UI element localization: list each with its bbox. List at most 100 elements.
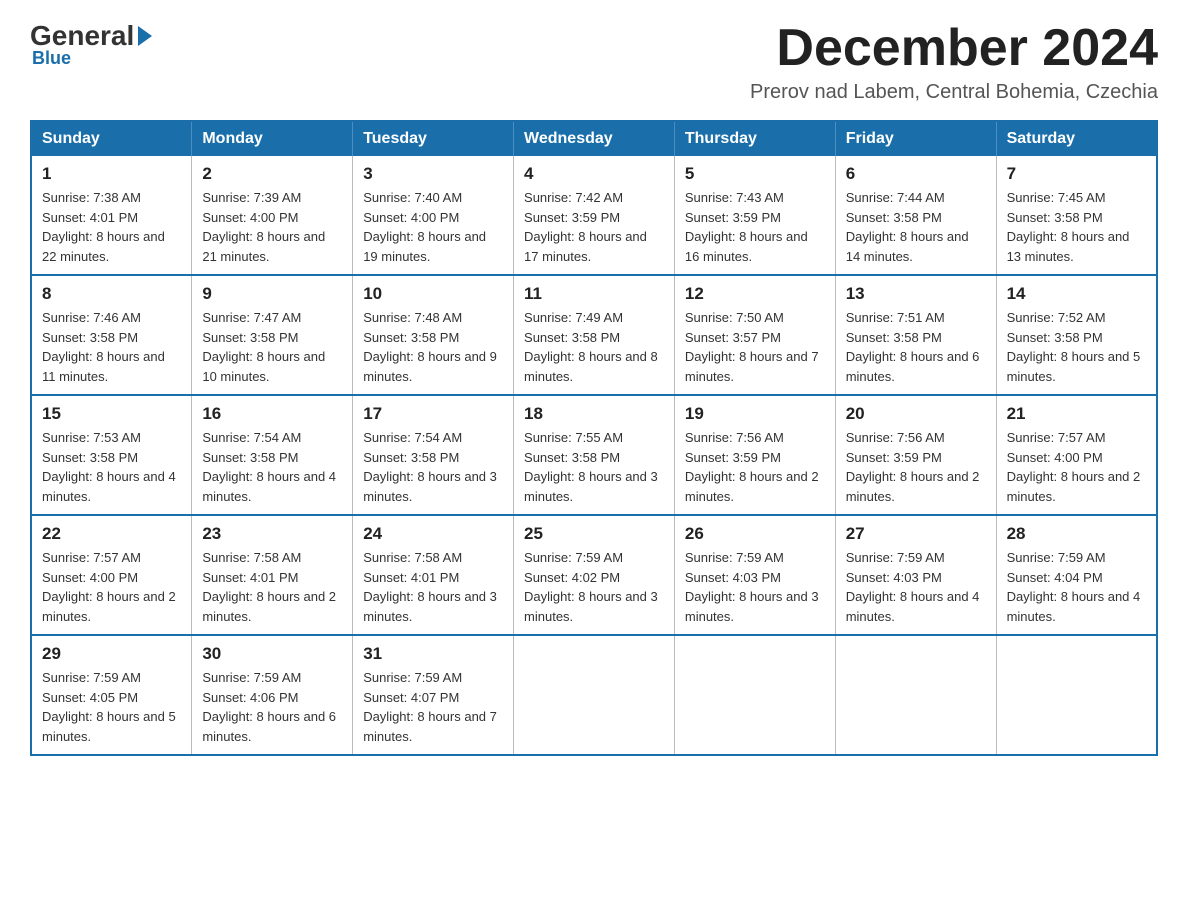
page-container: General Blue December 2024 Prerov nad La… <box>30 20 1158 756</box>
table-row: 9 Sunrise: 7:47 AMSunset: 3:58 PMDayligh… <box>192 275 353 395</box>
table-row: 30 Sunrise: 7:59 AMSunset: 4:06 PMDaylig… <box>192 635 353 755</box>
day-number: 20 <box>846 404 986 424</box>
day-info: Sunrise: 7:43 AMSunset: 3:59 PMDaylight:… <box>685 190 808 264</box>
table-row: 23 Sunrise: 7:58 AMSunset: 4:01 PMDaylig… <box>192 515 353 635</box>
day-number: 15 <box>42 404 181 424</box>
table-row: 12 Sunrise: 7:50 AMSunset: 3:57 PMDaylig… <box>674 275 835 395</box>
day-info: Sunrise: 7:55 AMSunset: 3:58 PMDaylight:… <box>524 430 658 504</box>
day-info: Sunrise: 7:59 AMSunset: 4:06 PMDaylight:… <box>202 670 336 744</box>
day-info: Sunrise: 7:59 AMSunset: 4:03 PMDaylight:… <box>846 550 980 624</box>
day-number: 2 <box>202 164 342 184</box>
table-row <box>514 635 675 755</box>
month-title: December 2024 <box>750 20 1158 77</box>
day-info: Sunrise: 7:40 AMSunset: 4:00 PMDaylight:… <box>363 190 486 264</box>
day-number: 4 <box>524 164 664 184</box>
day-info: Sunrise: 7:52 AMSunset: 3:58 PMDaylight:… <box>1007 310 1141 384</box>
day-info: Sunrise: 7:51 AMSunset: 3:58 PMDaylight:… <box>846 310 980 384</box>
table-row: 4 Sunrise: 7:42 AMSunset: 3:59 PMDayligh… <box>514 156 675 275</box>
day-info: Sunrise: 7:38 AMSunset: 4:01 PMDaylight:… <box>42 190 165 264</box>
header-tuesday: Tuesday <box>353 121 514 156</box>
day-number: 24 <box>363 524 503 544</box>
table-row: 1 Sunrise: 7:38 AMSunset: 4:01 PMDayligh… <box>31 156 192 275</box>
day-number: 16 <box>202 404 342 424</box>
day-info: Sunrise: 7:59 AMSunset: 4:05 PMDaylight:… <box>42 670 176 744</box>
logo-blue: Blue <box>30 48 71 69</box>
table-row: 28 Sunrise: 7:59 AMSunset: 4:04 PMDaylig… <box>996 515 1157 635</box>
location-title: Prerov nad Labem, Central Bohemia, Czech… <box>750 81 1158 104</box>
table-row: 6 Sunrise: 7:44 AMSunset: 3:58 PMDayligh… <box>835 156 996 275</box>
calendar-header: Sunday Monday Tuesday Wednesday Thursday… <box>31 121 1157 156</box>
calendar-week-2: 8 Sunrise: 7:46 AMSunset: 3:58 PMDayligh… <box>31 275 1157 395</box>
day-info: Sunrise: 7:49 AMSunset: 3:58 PMDaylight:… <box>524 310 658 384</box>
day-info: Sunrise: 7:59 AMSunset: 4:02 PMDaylight:… <box>524 550 658 624</box>
table-row: 29 Sunrise: 7:59 AMSunset: 4:05 PMDaylig… <box>31 635 192 755</box>
day-number: 25 <box>524 524 664 544</box>
calendar-body: 1 Sunrise: 7:38 AMSunset: 4:01 PMDayligh… <box>31 156 1157 755</box>
day-number: 13 <box>846 284 986 304</box>
day-info: Sunrise: 7:54 AMSunset: 3:58 PMDaylight:… <box>363 430 497 504</box>
day-number: 10 <box>363 284 503 304</box>
day-info: Sunrise: 7:59 AMSunset: 4:04 PMDaylight:… <box>1007 550 1141 624</box>
day-info: Sunrise: 7:58 AMSunset: 4:01 PMDaylight:… <box>363 550 497 624</box>
day-info: Sunrise: 7:58 AMSunset: 4:01 PMDaylight:… <box>202 550 336 624</box>
day-info: Sunrise: 7:42 AMSunset: 3:59 PMDaylight:… <box>524 190 647 264</box>
day-number: 29 <box>42 644 181 664</box>
calendar-table: Sunday Monday Tuesday Wednesday Thursday… <box>30 120 1158 756</box>
table-row: 31 Sunrise: 7:59 AMSunset: 4:07 PMDaylig… <box>353 635 514 755</box>
day-number: 30 <box>202 644 342 664</box>
day-info: Sunrise: 7:57 AMSunset: 4:00 PMDaylight:… <box>42 550 176 624</box>
table-row: 13 Sunrise: 7:51 AMSunset: 3:58 PMDaylig… <box>835 275 996 395</box>
table-row: 21 Sunrise: 7:57 AMSunset: 4:00 PMDaylig… <box>996 395 1157 515</box>
header-saturday: Saturday <box>996 121 1157 156</box>
day-number: 18 <box>524 404 664 424</box>
day-number: 8 <box>42 284 181 304</box>
table-row: 26 Sunrise: 7:59 AMSunset: 4:03 PMDaylig… <box>674 515 835 635</box>
header-friday: Friday <box>835 121 996 156</box>
header-monday: Monday <box>192 121 353 156</box>
day-info: Sunrise: 7:45 AMSunset: 3:58 PMDaylight:… <box>1007 190 1130 264</box>
day-info: Sunrise: 7:48 AMSunset: 3:58 PMDaylight:… <box>363 310 497 384</box>
day-info: Sunrise: 7:54 AMSunset: 3:58 PMDaylight:… <box>202 430 336 504</box>
table-row: 5 Sunrise: 7:43 AMSunset: 3:59 PMDayligh… <box>674 156 835 275</box>
day-info: Sunrise: 7:39 AMSunset: 4:00 PMDaylight:… <box>202 190 325 264</box>
table-row: 27 Sunrise: 7:59 AMSunset: 4:03 PMDaylig… <box>835 515 996 635</box>
day-info: Sunrise: 7:44 AMSunset: 3:58 PMDaylight:… <box>846 190 969 264</box>
table-row: 18 Sunrise: 7:55 AMSunset: 3:58 PMDaylig… <box>514 395 675 515</box>
day-info: Sunrise: 7:47 AMSunset: 3:58 PMDaylight:… <box>202 310 325 384</box>
day-number: 12 <box>685 284 825 304</box>
table-row <box>835 635 996 755</box>
table-row: 3 Sunrise: 7:40 AMSunset: 4:00 PMDayligh… <box>353 156 514 275</box>
day-info: Sunrise: 7:56 AMSunset: 3:59 PMDaylight:… <box>685 430 819 504</box>
weekday-header-row: Sunday Monday Tuesday Wednesday Thursday… <box>31 121 1157 156</box>
table-row: 19 Sunrise: 7:56 AMSunset: 3:59 PMDaylig… <box>674 395 835 515</box>
day-info: Sunrise: 7:53 AMSunset: 3:58 PMDaylight:… <box>42 430 176 504</box>
header-wednesday: Wednesday <box>514 121 675 156</box>
calendar-week-5: 29 Sunrise: 7:59 AMSunset: 4:05 PMDaylig… <box>31 635 1157 755</box>
table-row: 8 Sunrise: 7:46 AMSunset: 3:58 PMDayligh… <box>31 275 192 395</box>
logo: General Blue <box>30 20 154 69</box>
day-number: 7 <box>1007 164 1146 184</box>
table-row: 10 Sunrise: 7:48 AMSunset: 3:58 PMDaylig… <box>353 275 514 395</box>
day-info: Sunrise: 7:50 AMSunset: 3:57 PMDaylight:… <box>685 310 819 384</box>
header: General Blue December 2024 Prerov nad La… <box>30 20 1158 104</box>
table-row: 22 Sunrise: 7:57 AMSunset: 4:00 PMDaylig… <box>31 515 192 635</box>
day-info: Sunrise: 7:46 AMSunset: 3:58 PMDaylight:… <box>42 310 165 384</box>
table-row: 7 Sunrise: 7:45 AMSunset: 3:58 PMDayligh… <box>996 156 1157 275</box>
calendar-week-1: 1 Sunrise: 7:38 AMSunset: 4:01 PMDayligh… <box>31 156 1157 275</box>
table-row: 16 Sunrise: 7:54 AMSunset: 3:58 PMDaylig… <box>192 395 353 515</box>
table-row: 25 Sunrise: 7:59 AMSunset: 4:02 PMDaylig… <box>514 515 675 635</box>
day-number: 31 <box>363 644 503 664</box>
day-number: 9 <box>202 284 342 304</box>
day-info: Sunrise: 7:57 AMSunset: 4:00 PMDaylight:… <box>1007 430 1141 504</box>
day-number: 28 <box>1007 524 1146 544</box>
day-number: 5 <box>685 164 825 184</box>
logo-arrow-icon <box>138 26 152 46</box>
table-row <box>674 635 835 755</box>
table-row <box>996 635 1157 755</box>
day-number: 1 <box>42 164 181 184</box>
day-number: 27 <box>846 524 986 544</box>
title-area: December 2024 Prerov nad Labem, Central … <box>750 20 1158 104</box>
day-number: 14 <box>1007 284 1146 304</box>
day-number: 19 <box>685 404 825 424</box>
header-sunday: Sunday <box>31 121 192 156</box>
